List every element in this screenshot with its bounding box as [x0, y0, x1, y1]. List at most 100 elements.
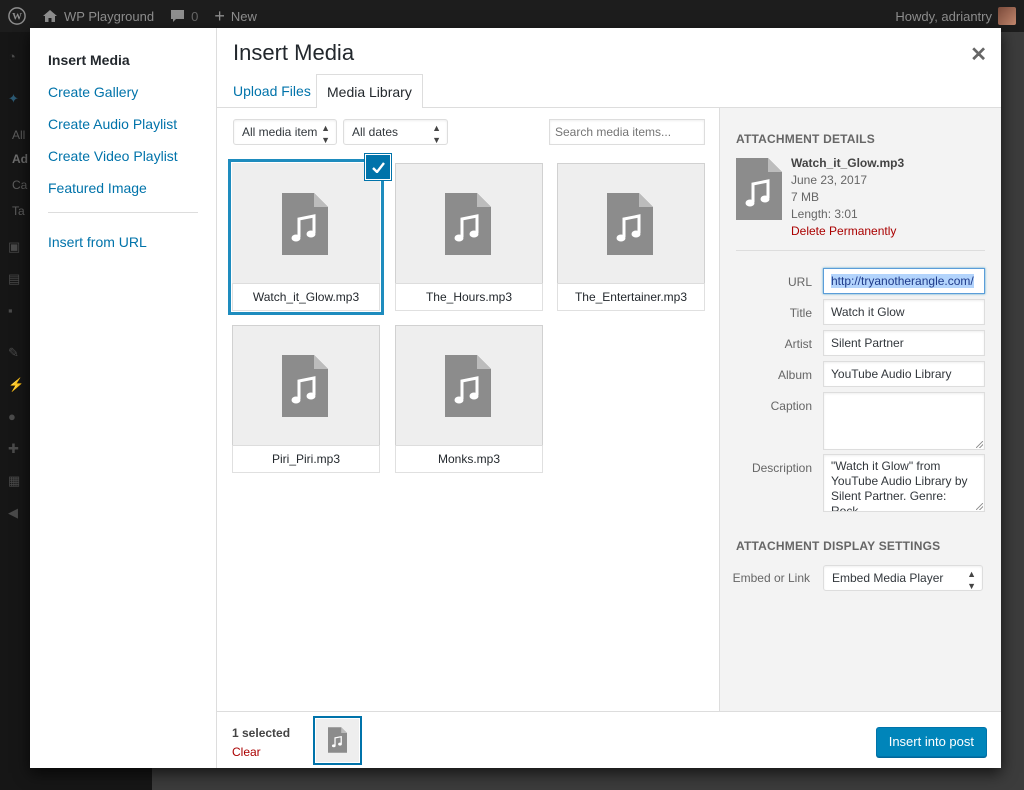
resize-handle-icon[interactable] [976, 503, 983, 510]
select-arrows-icon: ▲ ▼ [967, 569, 976, 591]
media-router: Upload Files Media Library [217, 74, 1001, 109]
home-icon [43, 10, 57, 22]
embed-select-value: Embed Media Player [832, 571, 944, 585]
comment-icon [171, 10, 185, 22]
settings-icon: ▦ [8, 473, 21, 488]
collapse-icon: ◀ [8, 505, 18, 520]
attachment-tile[interactable]: The_Entertainer.mp3 [557, 163, 705, 311]
appearance-icon: ✎ [8, 345, 19, 360]
url-label: URL [787, 275, 812, 289]
users-icon: ● [8, 409, 16, 424]
title-field[interactable]: Watch it Glow [823, 299, 985, 325]
description-label: Description [751, 461, 812, 475]
admin-menu-label: Ca [12, 178, 28, 192]
pin-icon: ✦ [8, 91, 19, 106]
insert-into-post-button[interactable]: Insert into post [875, 727, 987, 757]
caption-field[interactable] [823, 392, 985, 450]
attachments-browser: All media item ▲▼ All dates ▲▼ Watch_it_… [217, 108, 719, 711]
admin-menu-label: All [12, 128, 26, 142]
attachment-filename: Watch_it_Glow.mp3 [232, 283, 380, 311]
plugins-icon: ⚡ [8, 377, 25, 392]
new-label: New [230, 8, 257, 24]
menu-item-create-gallery[interactable]: Create Gallery [30, 76, 216, 108]
audio-file-icon [328, 727, 347, 753]
attachment-filename: Piri_Piri.mp3 [232, 445, 380, 473]
title-label: Title [789, 306, 812, 320]
pages-icon: ▤ [8, 271, 21, 286]
search-input[interactable] [549, 119, 705, 145]
clear-selection-link[interactable]: Clear [232, 745, 261, 759]
attachment-details-sidebar: Attachment Details Watch_it_Glow.mp3 Jun… [719, 108, 1001, 711]
admin-menu-label: Ta [12, 204, 25, 218]
wordpress-logo-icon[interactable]: W [0, 0, 34, 32]
tab-upload-files[interactable]: Upload Files [223, 74, 321, 108]
audio-file-icon [736, 158, 782, 220]
description-value: "Watch it Glow" from YouTube Audio Libra… [831, 459, 968, 512]
dashboard-icon: ◔ [8, 49, 16, 64]
description-field[interactable]: "Watch it Glow" from YouTube Audio Libra… [823, 454, 985, 512]
attachment-filename: The_Hours.mp3 [395, 283, 543, 311]
media-type-filter-value: All media item [242, 125, 318, 139]
site-name: WP Playground [64, 8, 155, 24]
media-icon: ▣ [8, 239, 21, 254]
menu-item-featured-image[interactable]: Featured Image [30, 172, 216, 204]
attachment-tile[interactable]: Piri_Piri.mp3 [232, 325, 380, 473]
close-icon[interactable]: ✕ [970, 42, 987, 67]
modal-title: Insert Media [233, 40, 355, 65]
audio-file-icon [445, 355, 491, 417]
media-modal: Insert Media Create Gallery Create Audio… [30, 28, 1001, 768]
attachment-tile[interactable]: Watch_it_Glow.mp3 [232, 155, 390, 311]
attachment-details-heading: Attachment Details [736, 132, 875, 146]
display-settings-heading: Attachment Display Settings [736, 539, 941, 553]
check-icon[interactable] [366, 155, 390, 179]
media-menu: Insert Media Create Gallery Create Audio… [30, 28, 217, 768]
artist-field[interactable]: Silent Partner [823, 330, 985, 356]
attachment-filename: Monks.mp3 [395, 445, 543, 473]
comments-count: 0 [191, 8, 199, 24]
date-filter[interactable]: All dates ▲ ▼ [343, 119, 448, 145]
media-toolbar: 1 selected Clear Insert into post [217, 711, 1001, 768]
attachment-filename: The_Entertainer.mp3 [557, 283, 705, 311]
menu-item-create-audio-playlist[interactable]: Create Audio Playlist [30, 108, 216, 140]
select-arrows-icon: ▲ ▼ [321, 123, 330, 145]
attachment-tile[interactable]: Monks.mp3 [395, 325, 543, 473]
album-label: Album [777, 368, 812, 382]
svg-text:W: W [12, 12, 22, 23]
comments-icon: ▪ [8, 303, 13, 318]
album-field[interactable]: YouTube Audio Library [823, 361, 985, 387]
url-field[interactable]: http://tryanotherangle.com/ [823, 268, 985, 294]
audio-file-icon [607, 193, 653, 255]
media-type-filter[interactable]: All media item ▲ ▼ [233, 119, 337, 145]
audio-file-icon [282, 193, 328, 255]
audio-file-icon [445, 193, 491, 255]
menu-item-create-video-playlist[interactable]: Create Video Playlist [30, 140, 216, 172]
menu-item-insert-from-url[interactable]: Insert from URL [30, 226, 216, 258]
embed-select[interactable]: Embed Media Player ▲ ▼ [823, 565, 983, 591]
menu-separator [48, 212, 198, 213]
attachment-tile[interactable]: The_Hours.mp3 [395, 163, 543, 311]
detail-size: 7 MB [791, 190, 820, 204]
details-separator [736, 250, 985, 251]
avatar [998, 7, 1016, 25]
howdy-text: Howdy, adriantry [895, 8, 992, 24]
embed-label: Embed or Link [732, 571, 810, 585]
caption-label: Caption [770, 399, 812, 413]
detail-filename: Watch_it_Glow.mp3 [791, 156, 905, 170]
date-filter-value: All dates [352, 125, 399, 139]
admin-menu-label: Ad [12, 152, 28, 166]
resize-handle-icon[interactable] [976, 441, 983, 448]
detail-length: Length: 3:01 [791, 207, 858, 221]
detail-date: June 23, 2017 [791, 173, 868, 187]
delete-permanently-link[interactable]: Delete Permanently [791, 224, 896, 238]
tools-icon: ✚ [8, 441, 19, 456]
menu-item-insert-media[interactable]: Insert Media [30, 44, 216, 76]
frame-title: Insert Media [217, 28, 1001, 76]
tab-media-library[interactable]: Media Library [316, 74, 423, 109]
selected-thumbnail[interactable] [316, 719, 359, 762]
audio-file-icon [282, 355, 328, 417]
url-value: http://tryanotherangle.com/ [831, 274, 974, 288]
select-arrows-icon: ▲ ▼ [432, 123, 441, 145]
selection-count: 1 selected [232, 726, 291, 740]
artist-label: Artist [784, 337, 812, 351]
plus-icon: + [214, 6, 225, 26]
